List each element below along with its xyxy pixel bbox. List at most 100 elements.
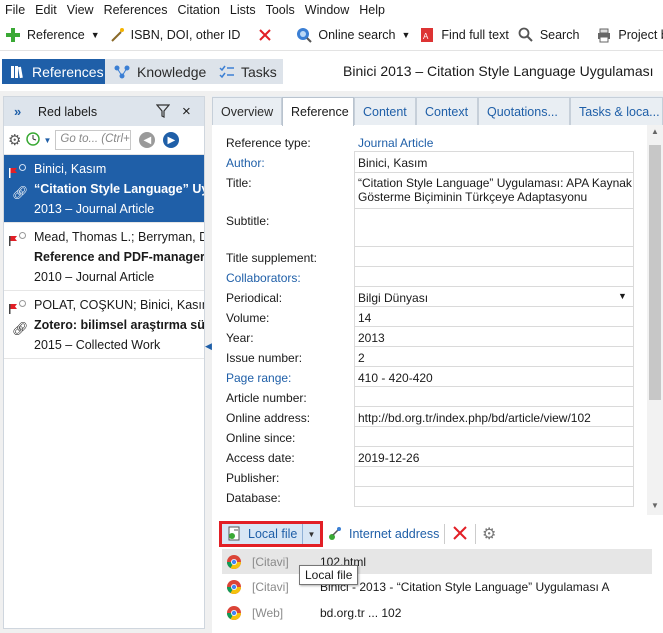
menu-bar: File Edit View References Citation Lists… xyxy=(0,0,663,20)
chevron-down-icon[interactable]: ▼ xyxy=(302,524,320,544)
internet-address-button[interactable]: Internet address xyxy=(349,527,439,541)
back-arrow-icon[interactable]: ◀ xyxy=(139,132,156,148)
history-icon[interactable] xyxy=(25,131,41,150)
tab-context[interactable]: Context xyxy=(416,97,478,125)
tab-content[interactable]: Content xyxy=(354,97,416,125)
attachment-list-item[interactable]: [Citavi] Binici - 2013 - “Citation Style… xyxy=(222,574,652,599)
tab-quotations[interactable]: Quotations... xyxy=(478,97,570,125)
filter-title: Red labels xyxy=(38,104,98,119)
project-label: Project bib xyxy=(618,28,663,42)
access-date-label: Access date: xyxy=(226,451,295,465)
menu-window[interactable]: Window xyxy=(300,3,354,17)
reference-type-label: Reference type: xyxy=(226,136,311,150)
subtitle-label: Subtitle: xyxy=(226,214,270,228)
paperclip-icon: 🔗︎ xyxy=(12,321,29,336)
forward-arrow-icon[interactable]: ▶ xyxy=(163,132,180,148)
filter-icon[interactable] xyxy=(155,104,171,121)
tasks-mode-button[interactable]: Tasks xyxy=(211,59,283,84)
online-since-field[interactable] xyxy=(354,427,634,447)
toolbar-divider xyxy=(475,524,476,544)
chrome-icon xyxy=(227,579,241,594)
year-value: 2013 xyxy=(358,331,385,345)
menu-references[interactable]: References xyxy=(99,3,173,17)
panel-splitter[interactable]: ◀ xyxy=(205,96,212,629)
project-bibliography-button[interactable]: Project bib xyxy=(591,22,663,48)
reference-type-value[interactable]: Journal Article xyxy=(354,136,634,150)
list-toolbar: ⚙ ▼ Go to... (Ctrl+ ◀ ▶ xyxy=(4,126,204,155)
article-number-label: Article number: xyxy=(226,391,307,405)
file-link-icon xyxy=(226,526,242,542)
delete-button[interactable] xyxy=(252,22,283,48)
search-button[interactable]: Search xyxy=(513,22,584,48)
scrollbar-thumb[interactable] xyxy=(649,145,661,400)
chevron-down-icon[interactable]: ▼ xyxy=(91,30,100,40)
window-title: Binici 2013 – Citation Style Language Uy… xyxy=(343,63,654,79)
reference-meta: 2015 – Collected Work xyxy=(34,338,161,352)
pdf-icon: A xyxy=(418,26,436,44)
title-supplement-field[interactable] xyxy=(354,247,634,267)
online-search-label: Online search xyxy=(318,28,396,42)
issue-number-value: 2 xyxy=(358,351,365,365)
reference-list-item[interactable]: 🔗︎ Binici, Kasım “Citation Style Languag… xyxy=(4,155,204,223)
menu-edit[interactable]: Edit xyxy=(30,3,62,17)
reference-title: Zotero: bilimsel araştırma sür xyxy=(34,318,204,332)
menu-citation[interactable]: Citation xyxy=(173,3,225,17)
chevron-down-icon[interactable]: ▼ xyxy=(43,136,51,145)
reference-meta: 2013 – Journal Article xyxy=(34,202,155,216)
attachment-type: [Web] xyxy=(252,605,284,620)
scroll-up-icon[interactable]: ▲ xyxy=(651,127,659,136)
tab-overview[interactable]: Overview xyxy=(212,97,282,125)
menu-tools[interactable]: Tools xyxy=(261,3,300,17)
menu-help[interactable]: Help xyxy=(354,3,390,17)
reference-list-item[interactable]: Mead, Thomas L.; Berryman, D Reference a… xyxy=(4,223,204,291)
title-value-line-1: “Citation Style Language” Uygulaması: AP… xyxy=(358,176,632,190)
menu-lists[interactable]: Lists xyxy=(225,3,261,17)
page-range-label[interactable]: Page range: xyxy=(226,371,291,385)
local-file-button[interactable]: Local file ▼ xyxy=(219,521,323,547)
chevron-down-icon[interactable]: ▼ xyxy=(402,30,411,40)
tab-tasks-locations[interactable]: Tasks & loca... xyxy=(570,97,663,125)
database-field[interactable] xyxy=(354,487,634,507)
search-icon xyxy=(517,26,535,44)
article-number-field[interactable] xyxy=(354,387,634,407)
add-reference-button[interactable]: Reference ▼ xyxy=(0,22,104,48)
reference-form: Reference type: Journal Article Author: … xyxy=(212,125,647,515)
references-mode-button[interactable]: References xyxy=(2,59,105,84)
knowledge-mode-button[interactable]: Knowledge xyxy=(105,59,211,84)
subtitle-field[interactable] xyxy=(354,209,634,247)
title-supplement-label: Title supplement: xyxy=(226,251,317,265)
network-icon xyxy=(113,64,131,80)
tasks-mode-label: Tasks xyxy=(241,63,277,80)
local-file-label: Local file xyxy=(248,527,298,541)
delete-attachment-icon[interactable] xyxy=(452,525,468,544)
publisher-field[interactable] xyxy=(354,467,634,487)
paperclip-icon: 🔗︎ xyxy=(12,185,29,200)
reference-authors: Binici, Kasım xyxy=(34,162,107,176)
menu-view[interactable]: View xyxy=(62,3,99,17)
red-flag-icon xyxy=(8,164,18,178)
database-label: Database: xyxy=(226,491,281,505)
online-since-label: Online since: xyxy=(226,431,296,445)
isbn-doi-button[interactable]: ISBN, DOI, other ID xyxy=(104,22,245,48)
goto-input[interactable]: Go to... (Ctrl+ xyxy=(55,130,132,150)
periodical-dropdown-icon[interactable]: ▼ xyxy=(618,291,627,301)
online-search-button[interactable]: Online search ▼ xyxy=(291,22,414,48)
gear-icon[interactable]: ⚙ xyxy=(8,131,21,149)
reference-label: Reference xyxy=(27,28,85,42)
close-icon[interactable]: × xyxy=(182,103,191,120)
attachment-name: bd.org.tr ... 102 xyxy=(320,605,402,620)
reference-list-item[interactable]: 🔗︎ POLAT, COŞKUN; Binici, Kasım Zotero: … xyxy=(4,291,204,359)
form-scrollbar[interactable]: ▲ ▼ xyxy=(647,125,663,515)
attachment-list-item[interactable]: [Citavi] 102.html xyxy=(222,549,652,574)
menu-file[interactable]: File xyxy=(0,3,30,17)
tab-reference[interactable]: Reference xyxy=(282,97,354,126)
author-label[interactable]: Author: xyxy=(226,156,265,170)
collapse-arrow-icon[interactable]: ◀ xyxy=(205,341,212,352)
attachment-list-item[interactable]: [Web] bd.org.tr ... 102 xyxy=(222,600,652,625)
collaborators-label[interactable]: Collaborators: xyxy=(226,271,301,285)
scroll-down-icon[interactable]: ▼ xyxy=(651,501,659,510)
find-full-text-button[interactable]: A Find full text xyxy=(414,22,512,48)
expand-icon[interactable]: » xyxy=(14,104,21,119)
gear-icon[interactable]: ⚙ xyxy=(482,524,496,544)
collaborators-field[interactable] xyxy=(354,267,634,287)
